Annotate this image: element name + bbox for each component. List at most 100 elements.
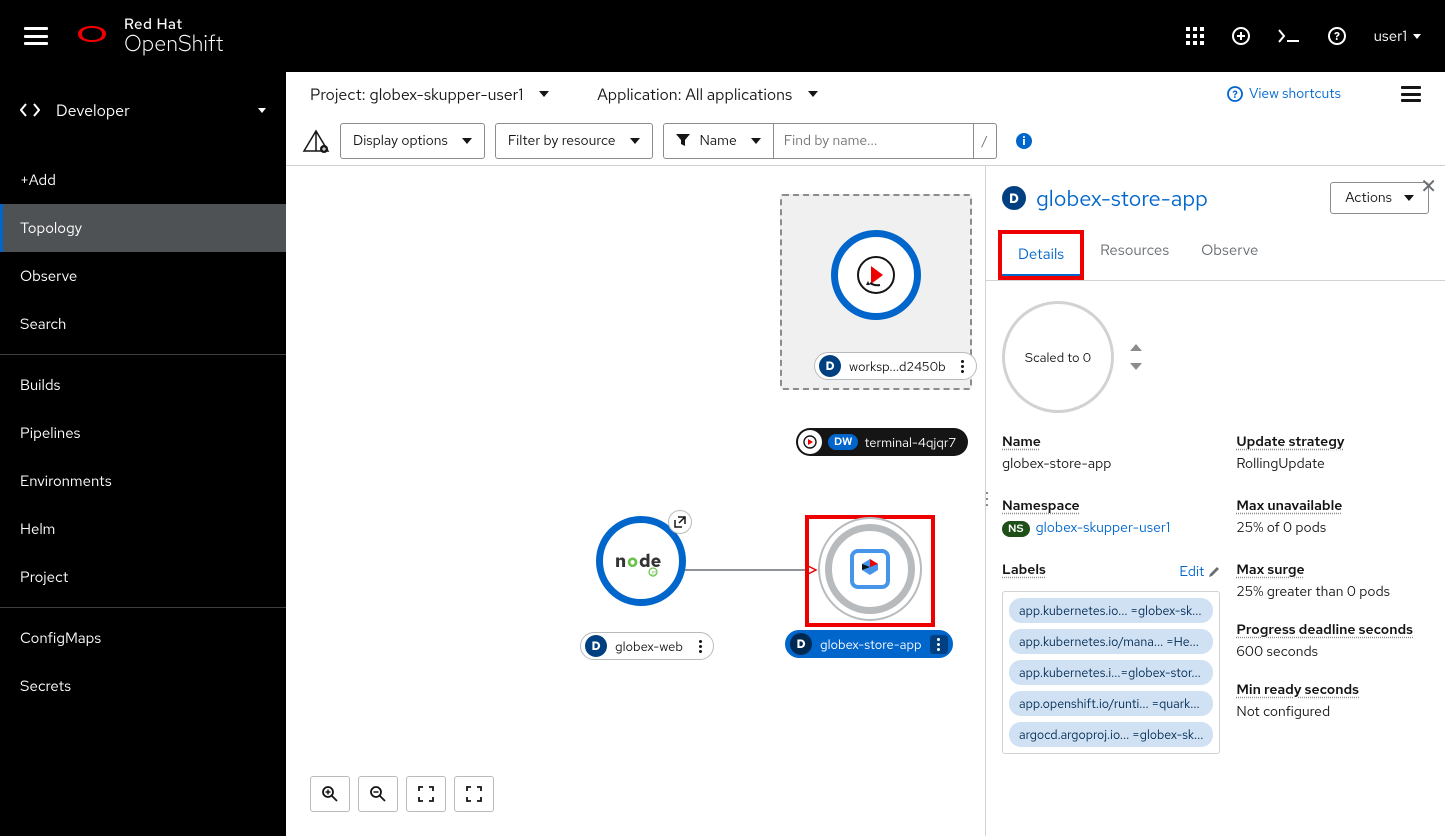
list-view-icon[interactable] <box>1401 86 1421 102</box>
panel-title[interactable]: globex-store-app <box>1036 184 1320 213</box>
label-chip[interactable]: app.kubernetes.i...=globex-stor... <box>1009 660 1213 685</box>
nav-item-secrets[interactable]: Secrets <box>0 662 286 710</box>
user-menu[interactable]: user1 <box>1374 26 1421 46</box>
caret-down-icon <box>1404 195 1414 201</box>
info-icon[interactable]: i <box>1015 132 1033 150</box>
globex-web-node[interactable]: nodeJS <box>596 516 686 606</box>
topology-canvas[interactable]: D worksp...d2450b DW terminal-4qjqr7 nod… <box>286 166 1445 836</box>
project-bar: Project: globex-skupper-user1 Applicatio… <box>286 72 1445 116</box>
pencil-icon <box>1208 566 1220 578</box>
devworkspace-icon <box>852 251 900 299</box>
scale-down-button[interactable] <box>1130 363 1142 370</box>
pod-ring: Scaled to 0 <box>1002 301 1429 413</box>
nav-toggle-button[interactable] <box>24 27 48 45</box>
detail-right-col: Max surge 25% greater than 0 pods Progre… <box>1236 561 1429 754</box>
detail-namespace: Namespace NSglobex-skupper-user1 <box>1002 497 1220 537</box>
nav-item-builds[interactable]: Builds <box>0 361 286 409</box>
caret-down-icon <box>539 91 549 97</box>
detail-labels: Labels Edit app.kubernetes.io... =globex… <box>1002 561 1220 754</box>
nav-item-observe[interactable]: Observe <box>0 252 286 300</box>
application-label: Application: All applications <box>597 84 792 105</box>
caret-down-icon <box>751 138 761 144</box>
details-panel: ✕ D globex-store-app Actions Details Res… <box>985 166 1445 836</box>
devworkspace-avatar-icon <box>798 430 822 454</box>
logo[interactable]: Red Hat OpenShift <box>72 16 223 57</box>
resize-handle[interactable] <box>985 492 988 506</box>
shortcut-hint: / <box>974 123 997 159</box>
detail-max-unavailable: Max unavailable 25% of 0 pods <box>1236 497 1429 537</box>
topology-view-icon[interactable] <box>302 129 330 153</box>
nav-item-helm[interactable]: Helm <box>0 505 286 553</box>
fit-button[interactable] <box>406 776 446 812</box>
tab-resources[interactable]: Resources <box>1084 230 1185 280</box>
svg-text:?: ? <box>1334 30 1340 44</box>
terminal-workspace-pill[interactable]: DW terminal-4qjqr7 <box>796 428 968 456</box>
scale-up-button[interactable] <box>1130 344 1142 351</box>
pod-count-ring: Scaled to 0 <box>1002 301 1114 413</box>
svg-text:i: i <box>1022 135 1025 149</box>
label-chip[interactable]: app.kubernetes.io... =globex-sk... <box>1009 598 1213 623</box>
caret-down-icon <box>1413 34 1421 39</box>
globex-web-label[interactable]: D globex-web <box>580 632 714 660</box>
tab-details[interactable]: Details <box>1002 234 1080 276</box>
tab-observe[interactable]: Observe <box>1185 230 1274 280</box>
view-shortcuts-link[interactable]: ? View shortcuts <box>1227 85 1341 103</box>
workspace-group[interactable]: D worksp...d2450b <box>780 194 972 390</box>
nav-item-environments[interactable]: Environments <box>0 457 286 505</box>
label-chip[interactable]: app.openshift.io/runti... =quark... <box>1009 691 1213 716</box>
kebab-icon[interactable] <box>691 640 709 653</box>
terminal-icon[interactable] <box>1278 29 1300 43</box>
nav-item-topology[interactable]: Topology <box>0 204 286 252</box>
globex-store-label[interactable]: D globex-store-app <box>785 630 953 658</box>
kebab-icon[interactable] <box>954 360 972 373</box>
svg-text:JS: JS <box>649 569 657 577</box>
edit-labels-button[interactable]: Edit <box>1179 563 1220 581</box>
reset-view-button[interactable] <box>454 776 494 812</box>
actions-dropdown[interactable]: Actions <box>1330 182 1429 214</box>
zoom-out-button[interactable] <box>358 776 398 812</box>
workspace-node[interactable] <box>831 230 921 320</box>
namespace-link[interactable]: globex-skupper-user1 <box>1036 519 1171 537</box>
caret-down-icon <box>462 138 472 144</box>
zoom-controls <box>310 776 494 812</box>
nav-item-search[interactable]: Search <box>0 300 286 348</box>
label-chip[interactable]: argocd.argoproj.io... =globex-sk... <box>1009 722 1213 747</box>
zoom-in-button[interactable] <box>310 776 350 812</box>
apps-icon[interactable] <box>1186 27 1204 45</box>
name-filter-button[interactable]: Name <box>663 123 774 159</box>
project-selector[interactable]: Project: globex-skupper-user1 <box>310 84 549 105</box>
filter-resource-button[interactable]: Filter by resource <box>495 123 653 159</box>
namespace-badge: NS <box>1002 521 1030 537</box>
close-panel-button[interactable]: ✕ <box>1420 174 1437 200</box>
content: Project: globex-skupper-user1 Applicatio… <box>286 72 1445 836</box>
open-url-decorator-icon[interactable] <box>668 510 692 534</box>
nav-item-pipelines[interactable]: Pipelines <box>0 409 286 457</box>
workspace-label[interactable]: D worksp...d2450b <box>814 352 977 380</box>
deployment-badge: D <box>819 355 841 377</box>
sidebar: Developer +Add Topology Observe Search B… <box>0 72 286 836</box>
dw-badge: DW <box>828 434 858 450</box>
globex-store-node[interactable] <box>825 524 915 614</box>
kebab-icon[interactable] <box>930 635 948 654</box>
application-selector[interactable]: Application: All applications <box>597 84 818 105</box>
caret-down-icon <box>808 91 818 97</box>
find-input[interactable] <box>774 123 974 159</box>
deployment-badge: D <box>585 635 607 657</box>
svg-text:n: n <box>615 550 626 573</box>
connector <box>678 564 818 576</box>
nav-item-add[interactable]: +Add <box>0 156 286 204</box>
display-options-button[interactable]: Display options <box>340 123 485 159</box>
help-icon[interactable]: ? <box>1328 27 1346 45</box>
toolbar: Display options Filter by resource Name … <box>286 116 1445 166</box>
filter-icon <box>676 134 690 148</box>
deployment-badge: D <box>1002 186 1026 210</box>
nav-item-configmaps[interactable]: ConfigMaps <box>0 614 286 662</box>
label-chip[interactable]: app.kubernetes.io/mana... =He... <box>1009 629 1213 654</box>
nodejs-icon: nodeJS <box>613 545 669 577</box>
perspective-switcher[interactable]: Developer <box>0 72 286 148</box>
perspective-label: Developer <box>56 100 242 121</box>
import-icon[interactable] <box>1232 27 1250 45</box>
nav-item-project[interactable]: Project <box>0 553 286 601</box>
panel-tabs: Details Resources Observe <box>986 230 1445 281</box>
quarkus-icon <box>848 547 892 591</box>
